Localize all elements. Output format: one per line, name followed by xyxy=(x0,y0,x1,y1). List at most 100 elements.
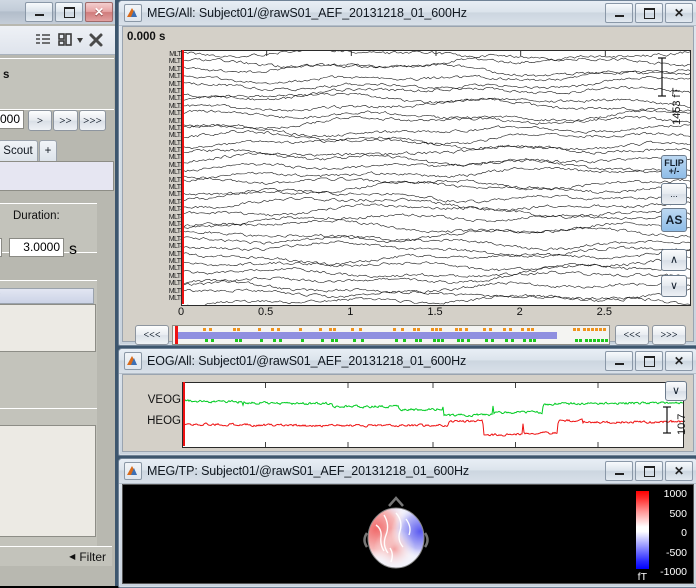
event-marker-orange[interactable] xyxy=(413,328,416,331)
chevron-down-icon[interactable] xyxy=(76,31,84,49)
event-marker-green[interactable] xyxy=(211,339,214,342)
event-marker-green[interactable] xyxy=(433,339,436,342)
event-marker-orange[interactable] xyxy=(359,328,362,331)
meg-waveform-plot[interactable] xyxy=(181,50,691,306)
event-marker-orange[interactable] xyxy=(521,328,524,331)
event-marker-orange[interactable] xyxy=(573,328,576,331)
event-marker-orange[interactable] xyxy=(591,328,594,331)
event-marker-green[interactable] xyxy=(457,339,460,342)
maximize-button[interactable] xyxy=(55,2,83,22)
meg-page-next-button[interactable]: >>> xyxy=(652,325,686,345)
event-marker-green[interactable] xyxy=(491,339,494,342)
meg-minimize-button[interactable] xyxy=(605,3,633,23)
time-value-field[interactable]: 0.000 xyxy=(0,110,24,129)
event-marker-orange[interactable] xyxy=(209,328,212,331)
event-marker-orange[interactable] xyxy=(489,328,492,331)
event-marker-orange[interactable] xyxy=(431,328,434,331)
event-marker-orange[interactable] xyxy=(393,328,396,331)
meg-page-prev-button[interactable]: <<< xyxy=(615,325,649,345)
event-marker-green[interactable] xyxy=(395,339,398,342)
close-button[interactable]: ✕ xyxy=(85,2,113,22)
event-marker-orange[interactable] xyxy=(483,328,486,331)
event-marker-orange[interactable] xyxy=(417,328,420,331)
meg-close-button[interactable]: ✕ xyxy=(665,3,693,23)
meg-event-cursor[interactable] xyxy=(175,326,178,344)
meg-titlebar[interactable]: MEG/All: Subject01/@rawS01_AEF_20131218_… xyxy=(119,1,696,26)
layout-icon[interactable] xyxy=(57,31,77,49)
event-marker-orange[interactable] xyxy=(401,328,404,331)
step-forward-button[interactable]: > xyxy=(28,110,52,131)
event-marker-orange[interactable] xyxy=(459,328,462,331)
event-marker-green[interactable] xyxy=(437,339,440,342)
eog-time-cursor[interactable] xyxy=(183,382,185,446)
duration-start-field[interactable]: 0 xyxy=(0,238,2,257)
event-marker-orange[interactable] xyxy=(435,328,438,331)
event-marker-green[interactable] xyxy=(301,339,304,342)
step-forward-fastest-button[interactable]: >>> xyxy=(79,110,106,131)
eog-titlebar[interactable]: EOG/All: Subject01/@rawS01_AEF_20131218_… xyxy=(119,349,696,374)
eog-scroll-down-button[interactable]: ∨ xyxy=(665,381,687,401)
event-marker-orange[interactable] xyxy=(203,328,206,331)
event-marker-orange[interactable] xyxy=(277,328,280,331)
tp-close-button[interactable]: ✕ xyxy=(665,461,693,481)
event-marker-orange[interactable] xyxy=(329,328,332,331)
event-marker-green[interactable] xyxy=(593,339,596,342)
event-marker-green[interactable] xyxy=(321,339,324,342)
meg-autoscale-button[interactable]: AS xyxy=(661,208,687,232)
tp-minimize-button[interactable] xyxy=(605,461,633,481)
meg-scroll-down-button[interactable]: ∨ xyxy=(661,275,687,297)
event-marker-orange[interactable] xyxy=(271,328,274,331)
event-marker-green[interactable] xyxy=(235,339,238,342)
event-marker-orange[interactable] xyxy=(333,328,336,331)
event-marker-green[interactable] xyxy=(331,339,334,342)
event-marker-green[interactable] xyxy=(579,339,582,342)
meg-flip-button[interactable]: FLIP +/- xyxy=(661,155,687,179)
eog-waveform-plot[interactable] xyxy=(182,382,684,448)
event-marker-green[interactable] xyxy=(575,339,578,342)
event-marker-green[interactable] xyxy=(511,339,514,342)
list-icon[interactable] xyxy=(33,31,53,49)
event-marker-green[interactable] xyxy=(415,339,418,342)
event-marker-green[interactable] xyxy=(273,339,276,342)
event-marker-orange[interactable] xyxy=(351,328,354,331)
event-marker-orange[interactable] xyxy=(439,328,442,331)
step-forward-fast-button[interactable]: >> xyxy=(53,110,78,131)
tp-maximize-button[interactable] xyxy=(635,461,663,481)
event-marker-green[interactable] xyxy=(361,339,364,342)
event-marker-orange[interactable] xyxy=(595,328,598,331)
event-marker-green[interactable] xyxy=(523,339,526,342)
event-marker-green[interactable] xyxy=(461,339,464,342)
event-marker-orange[interactable] xyxy=(509,328,512,331)
events-list[interactable] xyxy=(0,425,96,537)
meg-scroll-up-button[interactable]: ∧ xyxy=(661,249,687,271)
eog-minimize-button[interactable] xyxy=(605,351,633,371)
scalp-topography-map[interactable] xyxy=(356,493,436,573)
event-marker-orange[interactable] xyxy=(599,328,602,331)
event-marker-green[interactable] xyxy=(441,339,444,342)
meg-event-bar[interactable] xyxy=(172,325,610,345)
event-marker-orange[interactable] xyxy=(587,328,590,331)
event-marker-green[interactable] xyxy=(353,339,356,342)
minimize-button[interactable] xyxy=(25,2,53,22)
event-marker-green[interactable] xyxy=(533,339,536,342)
event-marker-green[interactable] xyxy=(279,339,282,342)
event-marker-green[interactable] xyxy=(601,339,604,342)
eog-maximize-button[interactable] xyxy=(635,351,663,371)
event-marker-orange[interactable] xyxy=(233,328,236,331)
event-marker-green[interactable] xyxy=(260,339,263,342)
event-marker-orange[interactable] xyxy=(258,328,261,331)
event-marker-orange[interactable] xyxy=(531,328,534,331)
event-marker-green[interactable] xyxy=(239,339,242,342)
event-marker-orange[interactable] xyxy=(577,328,580,331)
event-marker-orange[interactable] xyxy=(527,328,530,331)
event-marker-green[interactable] xyxy=(589,339,592,342)
tp-titlebar[interactable]: MEG/TP: Subject01/@rawS01_AEF_20131218_0… xyxy=(119,459,696,484)
scout-list[interactable] xyxy=(0,161,114,191)
event-marker-green[interactable] xyxy=(205,339,208,342)
panel-close-icon[interactable] xyxy=(88,31,104,49)
duration-value-field[interactable]: 3.0000 xyxy=(9,238,64,257)
tab-add[interactable]: + xyxy=(39,140,57,161)
meg-maximize-button[interactable] xyxy=(635,3,663,23)
tab-scout[interactable]: Scout xyxy=(0,140,38,161)
event-marker-orange[interactable] xyxy=(583,328,586,331)
